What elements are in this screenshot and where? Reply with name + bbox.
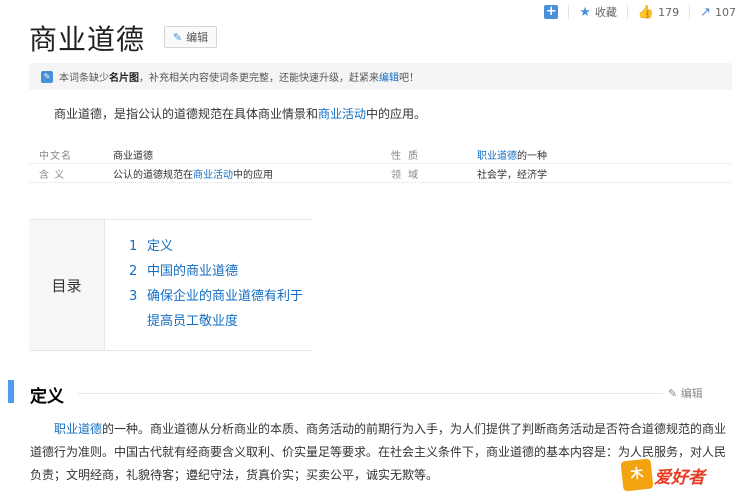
paragraph-link[interactable]: 职业道德	[54, 422, 102, 436]
section-title: 定义	[30, 387, 64, 407]
info-value: 职业道德的一种	[477, 147, 547, 162]
toc-number: 1	[129, 239, 138, 254]
notice-suffix: 吧！	[399, 73, 419, 84]
info-row: 含 义 公认的道德规范在商业活动中的应用 领 域 社会学，经济学	[29, 164, 732, 183]
edit-button-label: 编辑	[186, 31, 209, 44]
info-link[interactable]: 商业活动	[193, 170, 233, 181]
pencil-icon: ✎	[668, 387, 678, 400]
table-of-contents: 目录 1 定义 2 中国的商业道德 3 确保企业的商业道德有利于提高员工敬业度	[29, 219, 313, 351]
notice-bar: ✎ 本词条缺少 名片图 ，补充相关内容使词条更完整，还能快速升级，赶紧来 编辑 …	[29, 63, 732, 90]
page-title: 商业道德	[29, 23, 146, 56]
divider	[689, 5, 691, 19]
info-value: 社会学，经济学	[477, 169, 547, 181]
info-value-text: 商业道德	[113, 150, 153, 162]
edit-button[interactable]: ✎ 编辑	[164, 26, 217, 48]
info-value: 公认的道德规范在商业活动中的应用	[113, 166, 391, 181]
toc-number: 3	[129, 289, 138, 304]
toc-item[interactable]: 1 定义	[129, 234, 307, 259]
star-icon[interactable]: ★	[579, 5, 591, 20]
toc-label: 目录	[29, 220, 105, 350]
info-row: 中文名 商业道德 性 质 职业道德的一种	[29, 145, 732, 164]
action-bar: + ★ 收藏 👍 179 ↗ 107	[544, 3, 736, 21]
toc-number: 2	[129, 264, 138, 279]
toc-link[interactable]: 确保企业的商业道德有利于提高员工敬业度	[147, 284, 307, 334]
share-icon[interactable]: ↗	[700, 5, 711, 20]
pencil-icon: ✎	[172, 30, 183, 44]
summary-suffix: 中的应用。	[366, 107, 427, 121]
info-key: 性 质	[391, 150, 421, 162]
notice-middle: ，补充相关内容使词条更完整，还能快速升级，赶紧来	[139, 73, 379, 84]
notice-prefix: 本词条缺少	[59, 73, 109, 84]
toc-list: 1 定义 2 中国的商业道德 3 确保企业的商业道德有利于提高员工敬业度	[105, 220, 307, 350]
thumbs-up-icon[interactable]: 👍	[638, 5, 654, 20]
info-value: 商业道德	[113, 147, 391, 162]
section-divider	[78, 393, 663, 394]
info-key: 含 义	[39, 169, 66, 181]
watermark-mark: 木	[620, 458, 654, 492]
notice-missing: 名片图	[109, 73, 139, 84]
edit-notice-icon: ✎	[41, 70, 53, 83]
section-accent-bar	[8, 380, 14, 403]
toc-link[interactable]: 中国的商业道德	[147, 259, 307, 284]
info-link[interactable]: 职业道德	[477, 151, 517, 162]
toc-link[interactable]: 定义	[147, 234, 307, 259]
divider	[626, 5, 628, 19]
summary-link[interactable]: 商业活动	[318, 107, 366, 121]
watermark-logo: 木 爱好者	[620, 458, 744, 492]
toc-item[interactable]: 3 确保企业的商业道德有利于提高员工敬业度	[129, 284, 307, 334]
divider	[568, 5, 570, 19]
section-edit-button[interactable]: ✎ 编辑	[668, 385, 703, 401]
favorite-button[interactable]: 收藏	[595, 4, 617, 20]
info-key: 中文名	[39, 150, 72, 162]
summary-text: 商业道德，是指公认的道德规范在具体商业情景和	[54, 107, 319, 121]
info-value-text: 的一种	[517, 150, 547, 162]
info-table: 中文名 商业道德 性 质 职业道德的一种 含 义 公认的道德规范在商业活动中的应…	[29, 145, 732, 183]
toc-item[interactable]: 2 中国的商业道德	[129, 259, 307, 284]
share-count[interactable]: 107	[715, 6, 736, 19]
watermark-text: 爱好者	[654, 467, 705, 488]
summary: 商业道德，是指公认的道德规范在具体商业情景和商业活动中的应用。	[54, 105, 426, 122]
notice-edit-link[interactable]: 编辑	[379, 69, 399, 84]
section-edit-label: 编辑	[680, 387, 703, 400]
info-key: 领 域	[391, 169, 421, 181]
info-value-text: 中的应用	[233, 169, 273, 181]
add-icon[interactable]: +	[544, 5, 559, 19]
info-value-text: 公认的道德规范在	[113, 169, 193, 181]
like-count[interactable]: 179	[658, 6, 679, 19]
